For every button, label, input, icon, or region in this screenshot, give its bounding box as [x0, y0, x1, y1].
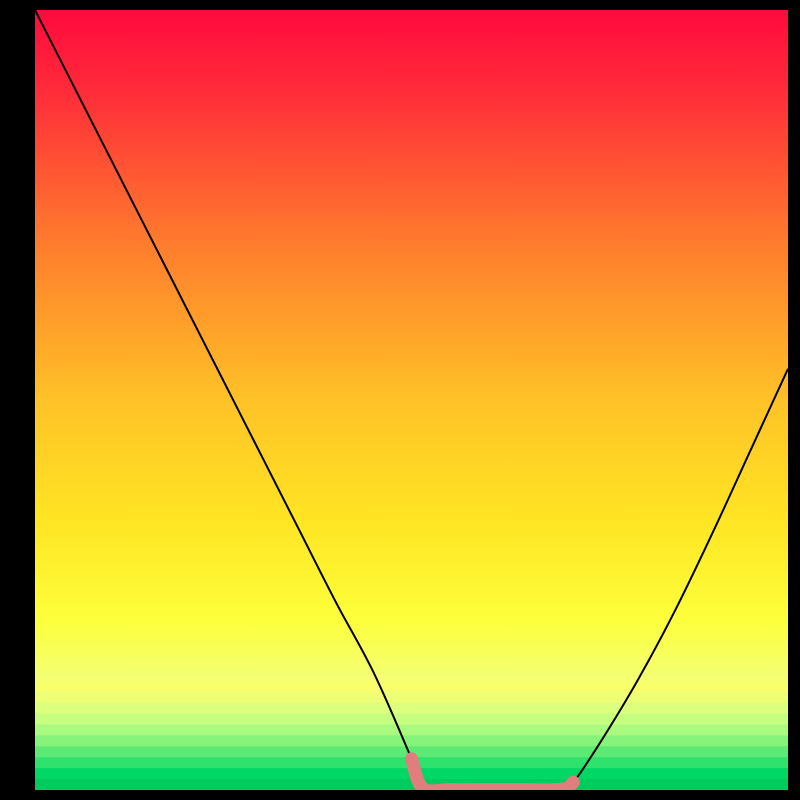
- mask-bottom: [0, 790, 800, 800]
- mask-right: [788, 0, 800, 800]
- mask-left: [0, 0, 35, 800]
- mask-top: [0, 0, 800, 10]
- chart-container: TheBottleneck.com: [0, 0, 800, 800]
- gradient-background: [35, 10, 788, 790]
- bottleneck-curve-chart: [0, 0, 800, 800]
